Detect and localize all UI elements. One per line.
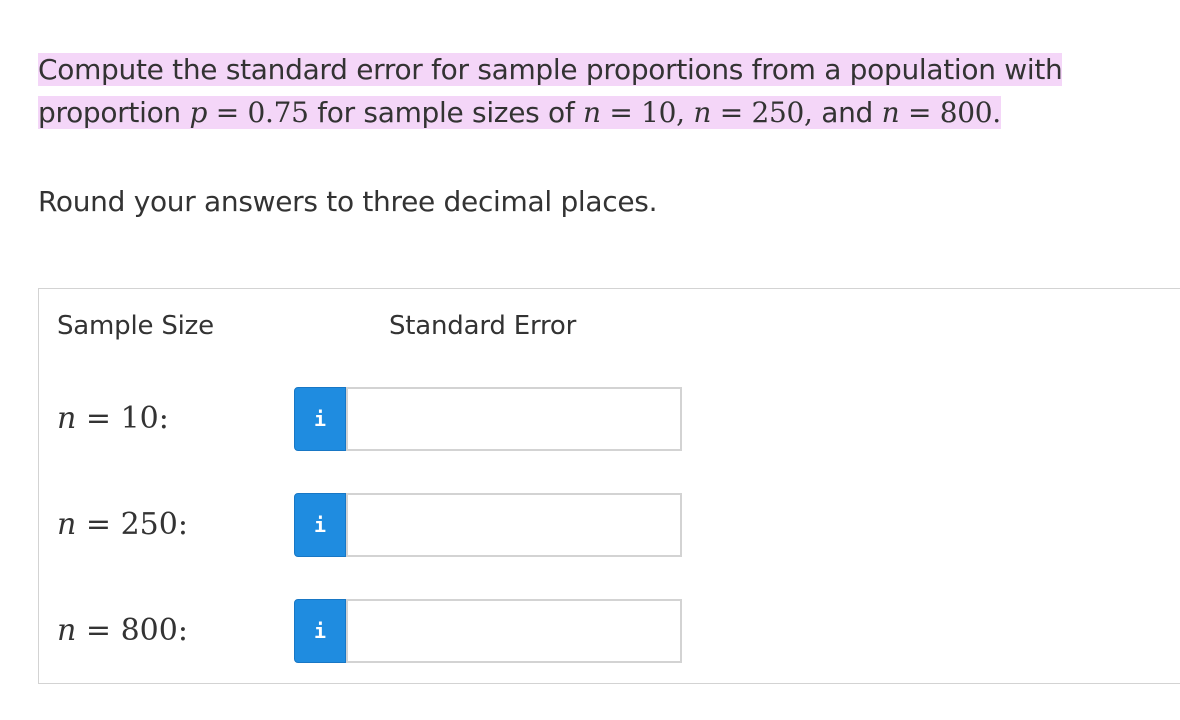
question-part-2: for sample sizes of: [308, 96, 583, 129]
math-n3-value: 800.: [939, 96, 1001, 129]
question-text: Compute the standard error for sample pr…: [38, 48, 1098, 134]
info-icon-button[interactable]: i: [294, 387, 346, 451]
math-equals: =: [719, 96, 743, 129]
math-equals: =: [85, 507, 112, 542]
question-highlight: Compute the standard error for sample pr…: [38, 53, 1063, 129]
answer-input-n-250[interactable]: [346, 493, 682, 557]
answer-input-n-10[interactable]: [346, 387, 682, 451]
math-n2-value: 250,: [751, 96, 813, 129]
row-value: 10:: [120, 401, 169, 436]
row-label-n-250: n = 250:: [57, 507, 188, 542]
math-equals: =: [85, 401, 112, 436]
info-icon-button[interactable]: i: [294, 599, 346, 663]
table-row: n = 800: i: [39, 599, 739, 663]
math-equals: =: [609, 96, 633, 129]
instruction-text: Round your answers to three decimal plac…: [38, 185, 658, 218]
math-var-n: n: [57, 401, 77, 436]
row-value: 800:: [120, 613, 188, 648]
table-row: n = 250: i: [39, 493, 739, 557]
math-var-n: n: [693, 96, 712, 129]
row-label-n-10: n = 10:: [57, 401, 169, 436]
math-p-value: 0.75: [247, 96, 309, 129]
math-n3-equation: n = 800.: [881, 96, 1002, 129]
answer-input-n-800[interactable]: [346, 599, 682, 663]
math-equals: =: [907, 96, 932, 129]
math-equals: =: [85, 613, 112, 648]
info-icon-button[interactable]: i: [294, 493, 346, 557]
column-header-sample-size: Sample Size: [57, 311, 214, 341]
math-var-n: n: [583, 96, 601, 129]
math-p-equation: p = 0.75: [189, 96, 308, 129]
question-part-3: and: [812, 96, 882, 129]
math-var-p: p: [189, 96, 208, 129]
math-n1-equation: n = 10, n = 250,: [583, 96, 813, 129]
column-header-standard-error: Standard Error: [389, 311, 577, 341]
table-row: n = 10: i: [39, 387, 739, 451]
math-var-n: n: [881, 96, 900, 129]
math-var-n: n: [57, 613, 77, 648]
row-label-n-800: n = 800:: [57, 613, 188, 648]
math-n1-value: 10,: [641, 96, 685, 129]
page: Compute the standard error for sample pr…: [0, 0, 1180, 720]
math-var-n: n: [57, 507, 77, 542]
row-value: 250:: [120, 507, 188, 542]
answer-table: Sample Size Standard Error n = 10: i n =…: [38, 288, 1180, 684]
math-equals: =: [215, 96, 239, 129]
